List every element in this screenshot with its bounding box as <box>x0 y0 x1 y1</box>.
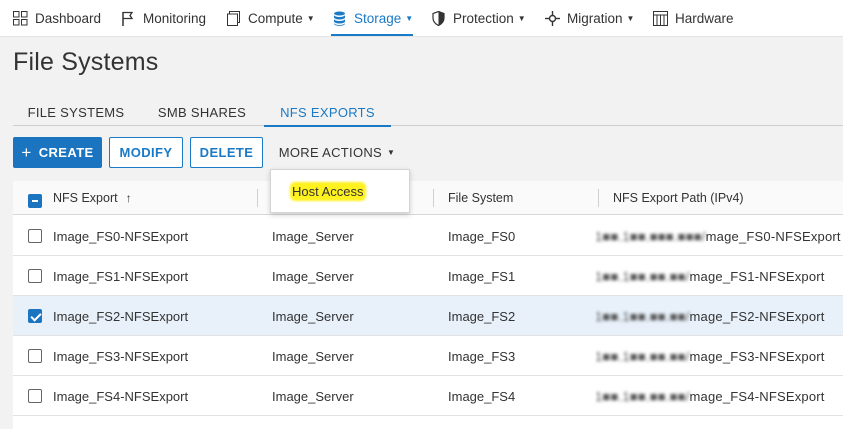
column-header-nfs-export[interactable]: NFS Export ↑ <box>53 181 132 215</box>
nav-hardware[interactable]: Hardware <box>652 0 734 37</box>
nas-server-name: Image_Server <box>272 268 354 284</box>
chevron-down-icon: ▼ <box>626 14 635 23</box>
compute-icon <box>225 11 241 27</box>
page-title: File Systems <box>13 48 159 76</box>
dashboard-grid-icon <box>12 11 28 27</box>
nav-migration[interactable]: Migration ▼ <box>544 0 634 37</box>
nav-storage-label: Storage <box>354 11 402 26</box>
nav-protection-label: Protection <box>453 11 514 26</box>
file-system-name: Image_FS3 <box>448 348 516 364</box>
nas-server-name: Image_Server <box>272 228 354 244</box>
nav-migration-label: Migration <box>567 11 623 26</box>
file-system-name: Image_FS4 <box>448 388 516 404</box>
menu-item-host-access[interactable]: Host Access <box>292 184 364 199</box>
nfs-export-path: 1■■.1■■.■■.■■/mage_FS1-NFSExport <box>595 256 825 296</box>
row-checkbox[interactable] <box>28 349 42 363</box>
table-row[interactable]: Image_FS3-NFSExport Image_Server Image_F… <box>13 336 843 376</box>
tab-smb-shares[interactable]: SMB SHARES <box>143 98 261 126</box>
redacted-ip: 1■■.1■■.■■.■■/ <box>595 388 690 404</box>
nav-protection[interactable]: Protection ▼ <box>430 0 526 37</box>
nfs-export-name: Image_FS4-NFSExport <box>53 388 189 404</box>
more-actions-menu: Host Access <box>270 169 410 213</box>
nav-compute[interactable]: Compute ▼ <box>225 0 315 37</box>
more-actions-button[interactable]: MORE ACTIONS ▼ <box>275 137 399 168</box>
path-suffix: mage_FS2-NFSExport <box>689 308 825 324</box>
database-icon <box>331 11 347 27</box>
redacted-ip: 1■■.1■■.■■.■■/ <box>595 308 690 324</box>
tab-nfs-exports[interactable]: NFS EXPORTS <box>264 98 391 127</box>
shield-icon <box>430 11 446 27</box>
chevron-down-icon: ▼ <box>387 148 396 157</box>
table-row-selected[interactable]: Image_FS2-NFSExport Image_Server Image_F… <box>13 296 843 336</box>
hardware-icon <box>652 11 668 27</box>
row-checkbox[interactable] <box>28 269 42 283</box>
path-suffix: mage_FS1-NFSExport <box>689 268 825 284</box>
chevron-down-icon: ▼ <box>306 14 315 23</box>
table-row[interactable]: Image_FS1-NFSExport Image_Server Image_F… <box>13 256 843 296</box>
more-actions-label: MORE ACTIONS <box>278 145 383 160</box>
file-system-name: Image_FS2 <box>448 308 516 324</box>
path-suffix: mage_FS3-NFSExport <box>689 348 825 364</box>
nav-monitoring-label: Monitoring <box>143 11 207 26</box>
column-divider <box>257 189 258 207</box>
path-suffix: mage_FS0-NFSExport <box>705 228 841 244</box>
sort-ascending-icon: ↑ <box>125 191 132 205</box>
nfs-export-path: 1■■.1■■.■■.■■/mage_FS2-NFSExport <box>595 296 825 336</box>
nfs-export-name: Image_FS2-NFSExport <box>53 308 189 324</box>
table-row[interactable]: Image_FS4-NFSExport Image_Server Image_F… <box>13 376 843 416</box>
delete-button[interactable]: DELETE <box>190 137 263 168</box>
file-system-name: Image_FS1 <box>448 268 516 284</box>
redacted-ip: 1■■.1■■.■■.■■/ <box>595 348 690 364</box>
column-header-file-system[interactable]: File System <box>448 181 513 215</box>
file-system-name: Image_FS0 <box>448 228 516 244</box>
nav-hardware-label: Hardware <box>675 11 734 26</box>
nav-compute-label: Compute <box>248 11 303 26</box>
select-all-checkbox[interactable] <box>28 194 42 208</box>
flag-icon <box>120 11 136 27</box>
path-suffix: mage_FS4-NFSExport <box>689 388 825 404</box>
nfs-export-name: Image_FS1-NFSExport <box>53 268 189 284</box>
redacted-ip: 1■■.1■■.■■.■■/ <box>595 268 690 284</box>
nas-server-name: Image_Server <box>272 308 354 324</box>
table-row[interactable]: Image_FS0-NFSExport Image_Server Image_F… <box>13 216 843 256</box>
row-checkbox[interactable] <box>28 229 42 243</box>
modify-button[interactable]: MODIFY <box>109 137 183 168</box>
plus-icon: + <box>21 143 32 162</box>
create-button-label: CREATE <box>38 145 94 160</box>
tab-file-systems[interactable]: FILE SYSTEMS <box>13 98 139 126</box>
create-button[interactable]: + CREATE <box>13 137 102 168</box>
column-divider <box>598 189 599 207</box>
nav-dashboard[interactable]: Dashboard <box>12 0 101 37</box>
column-divider <box>433 189 434 207</box>
row-checkbox-checked[interactable] <box>28 309 42 323</box>
top-navigation: Dashboard Monitoring Compute ▼ Storage ▼… <box>0 0 843 37</box>
nfs-exports-table: NFS Export ↑ File System NFS Export Path… <box>13 181 843 429</box>
nfs-export-name: Image_FS0-NFSExport <box>53 228 189 244</box>
menu-item-host-access-label: Host Access <box>292 184 364 199</box>
nfs-export-path: 1■■.1■■.■■■.■■■/mage_FS0-NFSExport <box>595 216 841 256</box>
chevron-down-icon: ▼ <box>517 14 526 23</box>
table-header: NFS Export ↑ File System NFS Export Path… <box>13 181 843 215</box>
column-header-nfs-export-path[interactable]: NFS Export Path (IPv4) <box>613 181 744 215</box>
row-checkbox[interactable] <box>28 389 42 403</box>
chevron-down-icon: ▼ <box>405 14 414 23</box>
nav-monitoring[interactable]: Monitoring <box>120 0 206 37</box>
migration-icon <box>544 11 560 27</box>
nas-server-name: Image_Server <box>272 348 354 364</box>
nfs-export-path: 1■■.1■■.■■.■■/mage_FS4-NFSExport <box>595 376 825 416</box>
nfs-export-path: 1■■.1■■.■■.■■/mage_FS3-NFSExport <box>595 336 825 376</box>
nas-server-name: Image_Server <box>272 388 354 404</box>
redacted-ip: 1■■.1■■.■■■.■■■/ <box>595 228 706 244</box>
nav-storage[interactable]: Storage ▼ <box>331 0 414 37</box>
nav-dashboard-label: Dashboard <box>35 11 102 26</box>
column-header-nfs-export-label: NFS Export <box>53 191 118 205</box>
tab-bar: FILE SYSTEMS SMB SHARES NFS EXPORTS <box>13 98 843 127</box>
nfs-export-name: Image_FS3-NFSExport <box>53 348 189 364</box>
